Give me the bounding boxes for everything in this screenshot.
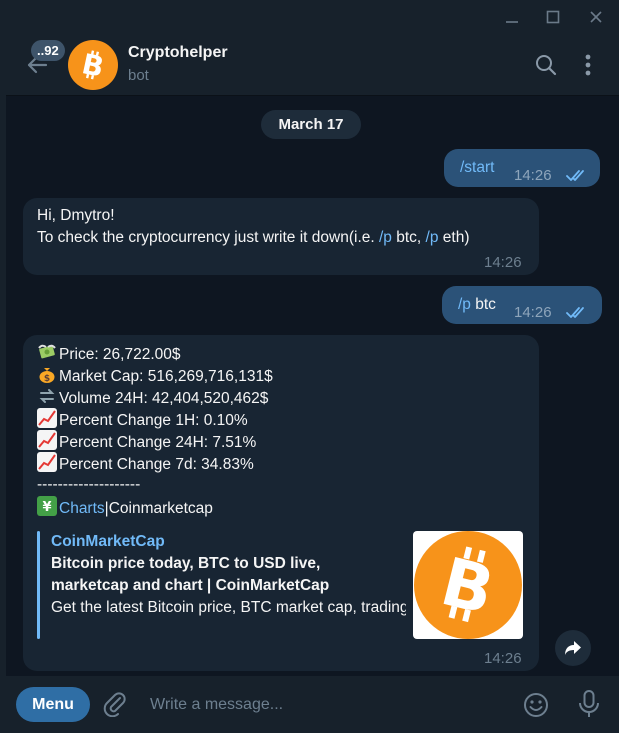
change-7d-line: Percent Change 7d: 34.83% <box>37 452 254 476</box>
incoming-message[interactable]: Hi, Dmytro! To check the cryptocurrency … <box>23 198 539 275</box>
command-link[interactable]: /start <box>460 157 494 179</box>
emoji-icon[interactable] <box>522 691 550 719</box>
window-left-edge <box>0 34 6 733</box>
market-cap-line: $ Market Cap: 516,269,716,131$ <box>37 364 273 388</box>
preview-image[interactable]: B <box>413 531 523 639</box>
exchange-icon <box>37 386 57 406</box>
change-24h-text: Percent Change 24H: 7.51% <box>59 434 257 451</box>
coinmarketcap-text: Coinmarketcap <box>108 500 213 517</box>
preview-description: Get the latest Bitcoin price, BTC market… <box>51 599 406 616</box>
message-composer: Menu <box>6 676 619 733</box>
outgoing-message[interactable]: /p btc 14:26 <box>442 286 602 324</box>
price-text: Price: 26,722.00$ <box>59 346 181 363</box>
bitcoin-icon: B <box>414 531 522 639</box>
chat-subtitle: bot <box>128 67 149 84</box>
menu-button[interactable]: Menu <box>16 687 90 722</box>
money-bag-icon: $ <box>37 364 57 384</box>
command-text: /p btc <box>458 294 496 316</box>
volume-line: Volume 24H: 42,404,520,462$ <box>37 386 268 410</box>
change-1h-line: Percent Change 1H: 0.10% <box>37 408 248 432</box>
bitcoin-icon[interactable]: B <box>68 40 118 90</box>
incoming-message[interactable]: Price: 26,722.00$ $ Market Cap: 516,269,7… <box>23 335 539 671</box>
chat-header: ..92 B Cryptohelper bot <box>6 34 619 96</box>
change-24h-line: Percent Change 24H: 7.51% <box>37 430 256 454</box>
double-check-icon <box>566 305 590 319</box>
chart-increasing-icon <box>37 430 57 450</box>
double-check-icon <box>566 168 590 182</box>
minimize-icon[interactable] <box>503 8 521 26</box>
message-input[interactable] <box>150 692 500 718</box>
forward-icon[interactable] <box>555 630 591 666</box>
unread-count-badge: ..92 <box>31 40 65 61</box>
change-7d-text: Percent Change 7d: 34.83% <box>59 456 254 473</box>
instruction-part: To check the cryptocurrency just write i… <box>37 229 379 246</box>
links-line: ¥ Charts|Coinmarketcap <box>37 496 213 520</box>
preview-site-name[interactable]: CoinMarketCap <box>51 531 165 553</box>
outgoing-message[interactable]: /start 14:26 <box>444 149 600 187</box>
separator-line: -------------------- <box>37 476 141 493</box>
link-preview-bar <box>37 531 40 639</box>
price-line: Price: 26,722.00$ <box>37 342 181 366</box>
message-time: 14:26 <box>484 650 522 667</box>
instruction-part: eth) <box>438 229 470 246</box>
command-link[interactable]: /p <box>458 296 471 313</box>
svg-text:$: $ <box>44 374 50 384</box>
chart-increasing-icon <box>37 408 57 428</box>
window-titlebar <box>0 0 619 34</box>
date-separator: March 17 <box>261 110 361 139</box>
instruction-part: btc, <box>391 229 426 246</box>
instruction-text: To check the cryptocurrency just write i… <box>37 227 470 249</box>
maximize-icon[interactable] <box>544 8 562 26</box>
greeting-text: Hi, Dmytro! <box>37 207 115 224</box>
chat-title[interactable]: Cryptohelper <box>128 44 228 62</box>
close-icon[interactable] <box>587 8 605 26</box>
command-link[interactable]: /p <box>426 229 439 246</box>
market-cap-text: Market Cap: 516,269,716,131$ <box>59 368 273 385</box>
paperclip-icon[interactable] <box>102 691 128 718</box>
volume-text: Volume 24H: 42,404,520,462$ <box>59 390 269 407</box>
message-time: 14:26 <box>514 167 552 184</box>
currency-exchange-icon: ¥ <box>37 496 57 516</box>
change-1h-text: Percent Change 1H: 0.10% <box>59 412 248 429</box>
microphone-icon[interactable] <box>576 689 602 719</box>
more-vertical-icon[interactable] <box>578 52 598 78</box>
money-with-wings-icon <box>37 342 57 362</box>
message-time: 14:26 <box>484 254 522 271</box>
command-link[interactable]: /p <box>379 229 392 246</box>
preview-title[interactable]: Bitcoin price today, BTC to USD live, ma… <box>51 553 371 597</box>
chart-increasing-icon <box>37 452 57 472</box>
message-time: 14:26 <box>514 304 552 321</box>
search-icon[interactable] <box>534 53 558 77</box>
command-arg: btc <box>470 296 496 313</box>
svg-text:¥: ¥ <box>42 500 51 515</box>
charts-link[interactable]: Charts <box>59 500 105 517</box>
